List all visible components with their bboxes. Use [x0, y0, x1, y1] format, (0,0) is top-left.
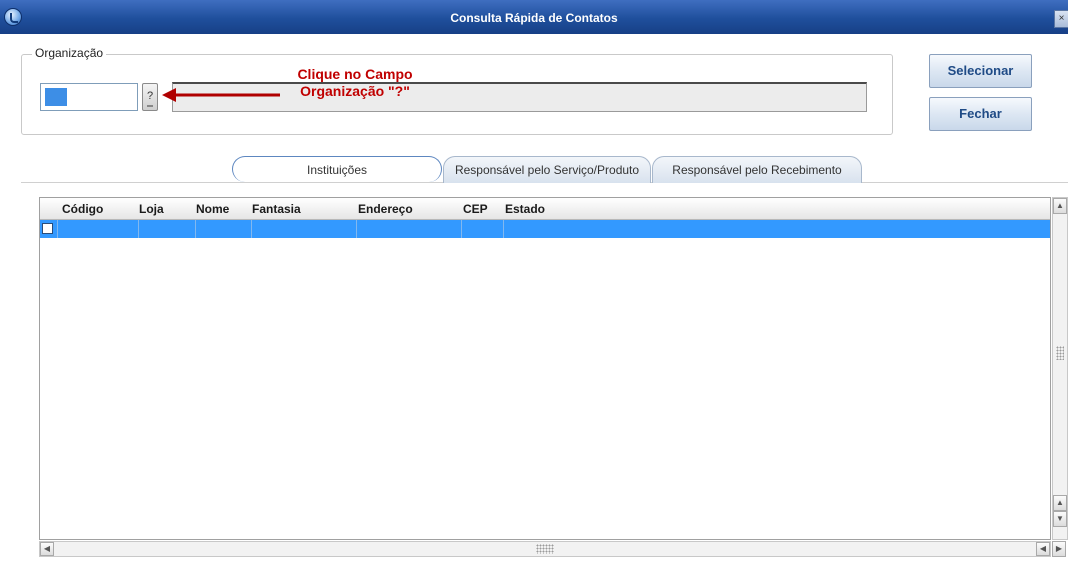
- hscroll-grip-icon: [536, 544, 554, 554]
- annotation-callout: Clique no Campo Organização "?": [260, 66, 450, 100]
- table-row[interactable]: [40, 220, 1050, 238]
- column-header-codigo[interactable]: Código: [62, 202, 103, 216]
- scroll-left-button[interactable]: ◀: [40, 542, 54, 556]
- column-header-loja[interactable]: Loja: [139, 202, 164, 216]
- scroll-grip-icon: [1056, 346, 1064, 360]
- column-separator: [503, 220, 504, 238]
- tab-responsavel-servico[interactable]: Responsável pelo Serviço/Produto: [443, 156, 651, 183]
- window-title: Consulta Rápida de Contatos: [450, 11, 618, 25]
- horizontal-scrollbar[interactable]: ◀ ◀: [39, 541, 1051, 557]
- close-button[interactable]: ×: [1054, 10, 1068, 28]
- column-separator: [251, 220, 252, 238]
- scroll-right-button[interactable]: ◀: [1036, 542, 1050, 556]
- tab-instituicoes[interactable]: Instituições: [232, 156, 442, 182]
- organizacao-lookup-button[interactable]: ?: [142, 83, 158, 111]
- column-separator: [356, 220, 357, 238]
- column-header-fantasia[interactable]: Fantasia: [252, 202, 301, 216]
- consulta-rapida-window: Consulta Rápida de Contatos × Organizaçã…: [0, 0, 1068, 567]
- scroll-down-button[interactable]: ▼: [1053, 511, 1067, 527]
- column-separator: [195, 220, 196, 238]
- column-header-nome[interactable]: Nome: [196, 202, 229, 216]
- column-header-estado[interactable]: Estado: [505, 202, 545, 216]
- column-header-cep[interactable]: CEP: [463, 202, 488, 216]
- title-bar: Consulta Rápida de Contatos ×: [0, 0, 1068, 34]
- scroll-corner-right-button[interactable]: ▶: [1052, 541, 1066, 557]
- grid-header: Código Loja Nome Fantasia Endereço CEP E…: [40, 198, 1050, 220]
- column-separator: [461, 220, 462, 238]
- fechar-button[interactable]: Fechar: [929, 97, 1032, 131]
- input-selection: [45, 88, 67, 106]
- vertical-scrollbar[interactable]: ▲ ▲ ▼: [1052, 197, 1068, 540]
- column-header-endereco[interactable]: Endereço: [358, 202, 413, 216]
- scroll-up-button[interactable]: ▲: [1053, 198, 1067, 214]
- scroll-page-up-button[interactable]: ▲: [1053, 495, 1067, 511]
- selecionar-button[interactable]: Selecionar: [929, 54, 1032, 88]
- tab-responsavel-recebimento[interactable]: Responsável pelo Recebimento: [652, 156, 862, 183]
- organizacao-label: Organização: [32, 46, 107, 60]
- organizacao-code-input[interactable]: [40, 83, 138, 111]
- row-checkbox[interactable]: [42, 223, 53, 234]
- results-grid[interactable]: Código Loja Nome Fantasia Endereço CEP E…: [39, 197, 1051, 540]
- annotation-line-1: Clique no Campo: [297, 66, 413, 82]
- annotation-line-2: Organização "?": [300, 83, 410, 99]
- column-separator: [138, 220, 139, 238]
- column-separator: [57, 220, 58, 238]
